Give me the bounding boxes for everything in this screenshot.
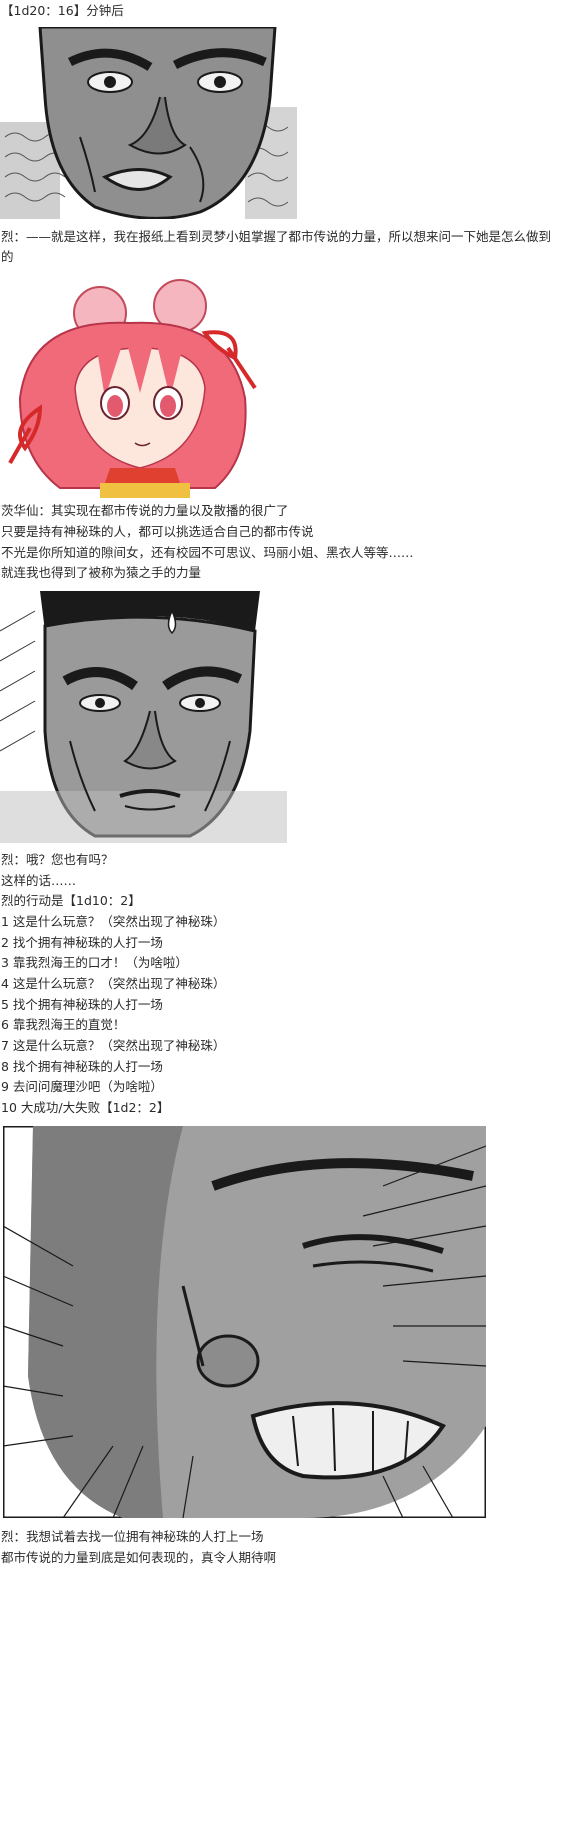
dialogue-retsu-2-line-3: 烈的行动是【1d10：2】 — [1, 893, 141, 908]
option-item-7: 7 这是什么玩意？（突然出现了神秘珠） — [1, 1038, 226, 1053]
dialogue-retsu-3-line-1: 烈：我想试着去找一位拥有神秘珠的人打上一场 — [1, 1529, 264, 1544]
option-item-9: 9 去问问魔理沙吧（为啥啦） — [1, 1079, 163, 1094]
manga-panel-retsu-grin — [3, 1126, 486, 1518]
anime-panel-kasen — [0, 278, 264, 498]
option-item-10: 10 大成功/大失败【1d2：2】 — [1, 1100, 170, 1115]
dialogue-retsu-2-line-1: 烈：哦？您也有吗？ — [1, 852, 114, 867]
time-note: 【1d20：16】分钟后 — [1, 3, 124, 18]
dialogue-kasen-line-3: 不光是你所知道的隙间女，还有校园不可思议、玛丽小姐、黑衣人等等…… — [1, 545, 414, 560]
dialogue-kasen-line-1: 茨华仙：其实现在都市传说的力量以及散播的很广了 — [1, 503, 289, 518]
retsu-sweat-image — [0, 591, 287, 843]
option-item-6: 6 靠我烈海王的直觉！ — [1, 1017, 126, 1032]
dialogue-retsu-2-line-2: 这样的话…… — [1, 873, 77, 888]
option-item-4: 4 这是什么玩意？（突然出现了神秘珠） — [1, 976, 226, 991]
retsu-grin-image — [3, 1126, 486, 1518]
dialogue-retsu-3-line-2: 都市传说的力量到底是如何表现的，真令人期待啊 — [1, 1550, 277, 1565]
option-item-1: 1 这是什么玩意？（突然出现了神秘珠） — [1, 914, 226, 929]
dialogue-retsu-1: 烈：——就是这样，我在报纸上看到灵梦小姐掌握了都市传说的力量，所以想来问一下她是… — [1, 229, 552, 264]
kasen-image — [0, 278, 264, 498]
manga-panel-retsu-sweat — [0, 591, 287, 843]
dialogue-kasen-line-4: 就连我也得到了被称为猿之手的力量 — [1, 565, 202, 580]
option-item-3: 3 靠我烈海王的口才！（为啥啦） — [1, 955, 188, 970]
manga-panel-retsu-glare — [0, 27, 297, 219]
option-item-2: 2 找个拥有神秘珠的人打一场 — [1, 935, 163, 950]
retsu-glare-image — [0, 27, 297, 219]
option-item-5: 5 找个拥有神秘珠的人打一场 — [1, 997, 163, 1012]
option-item-8: 8 找个拥有神秘珠的人打一场 — [1, 1059, 163, 1074]
dialogue-kasen-line-2: 只要是持有神秘珠的人，都可以挑选适合自己的都市传说 — [1, 524, 314, 539]
